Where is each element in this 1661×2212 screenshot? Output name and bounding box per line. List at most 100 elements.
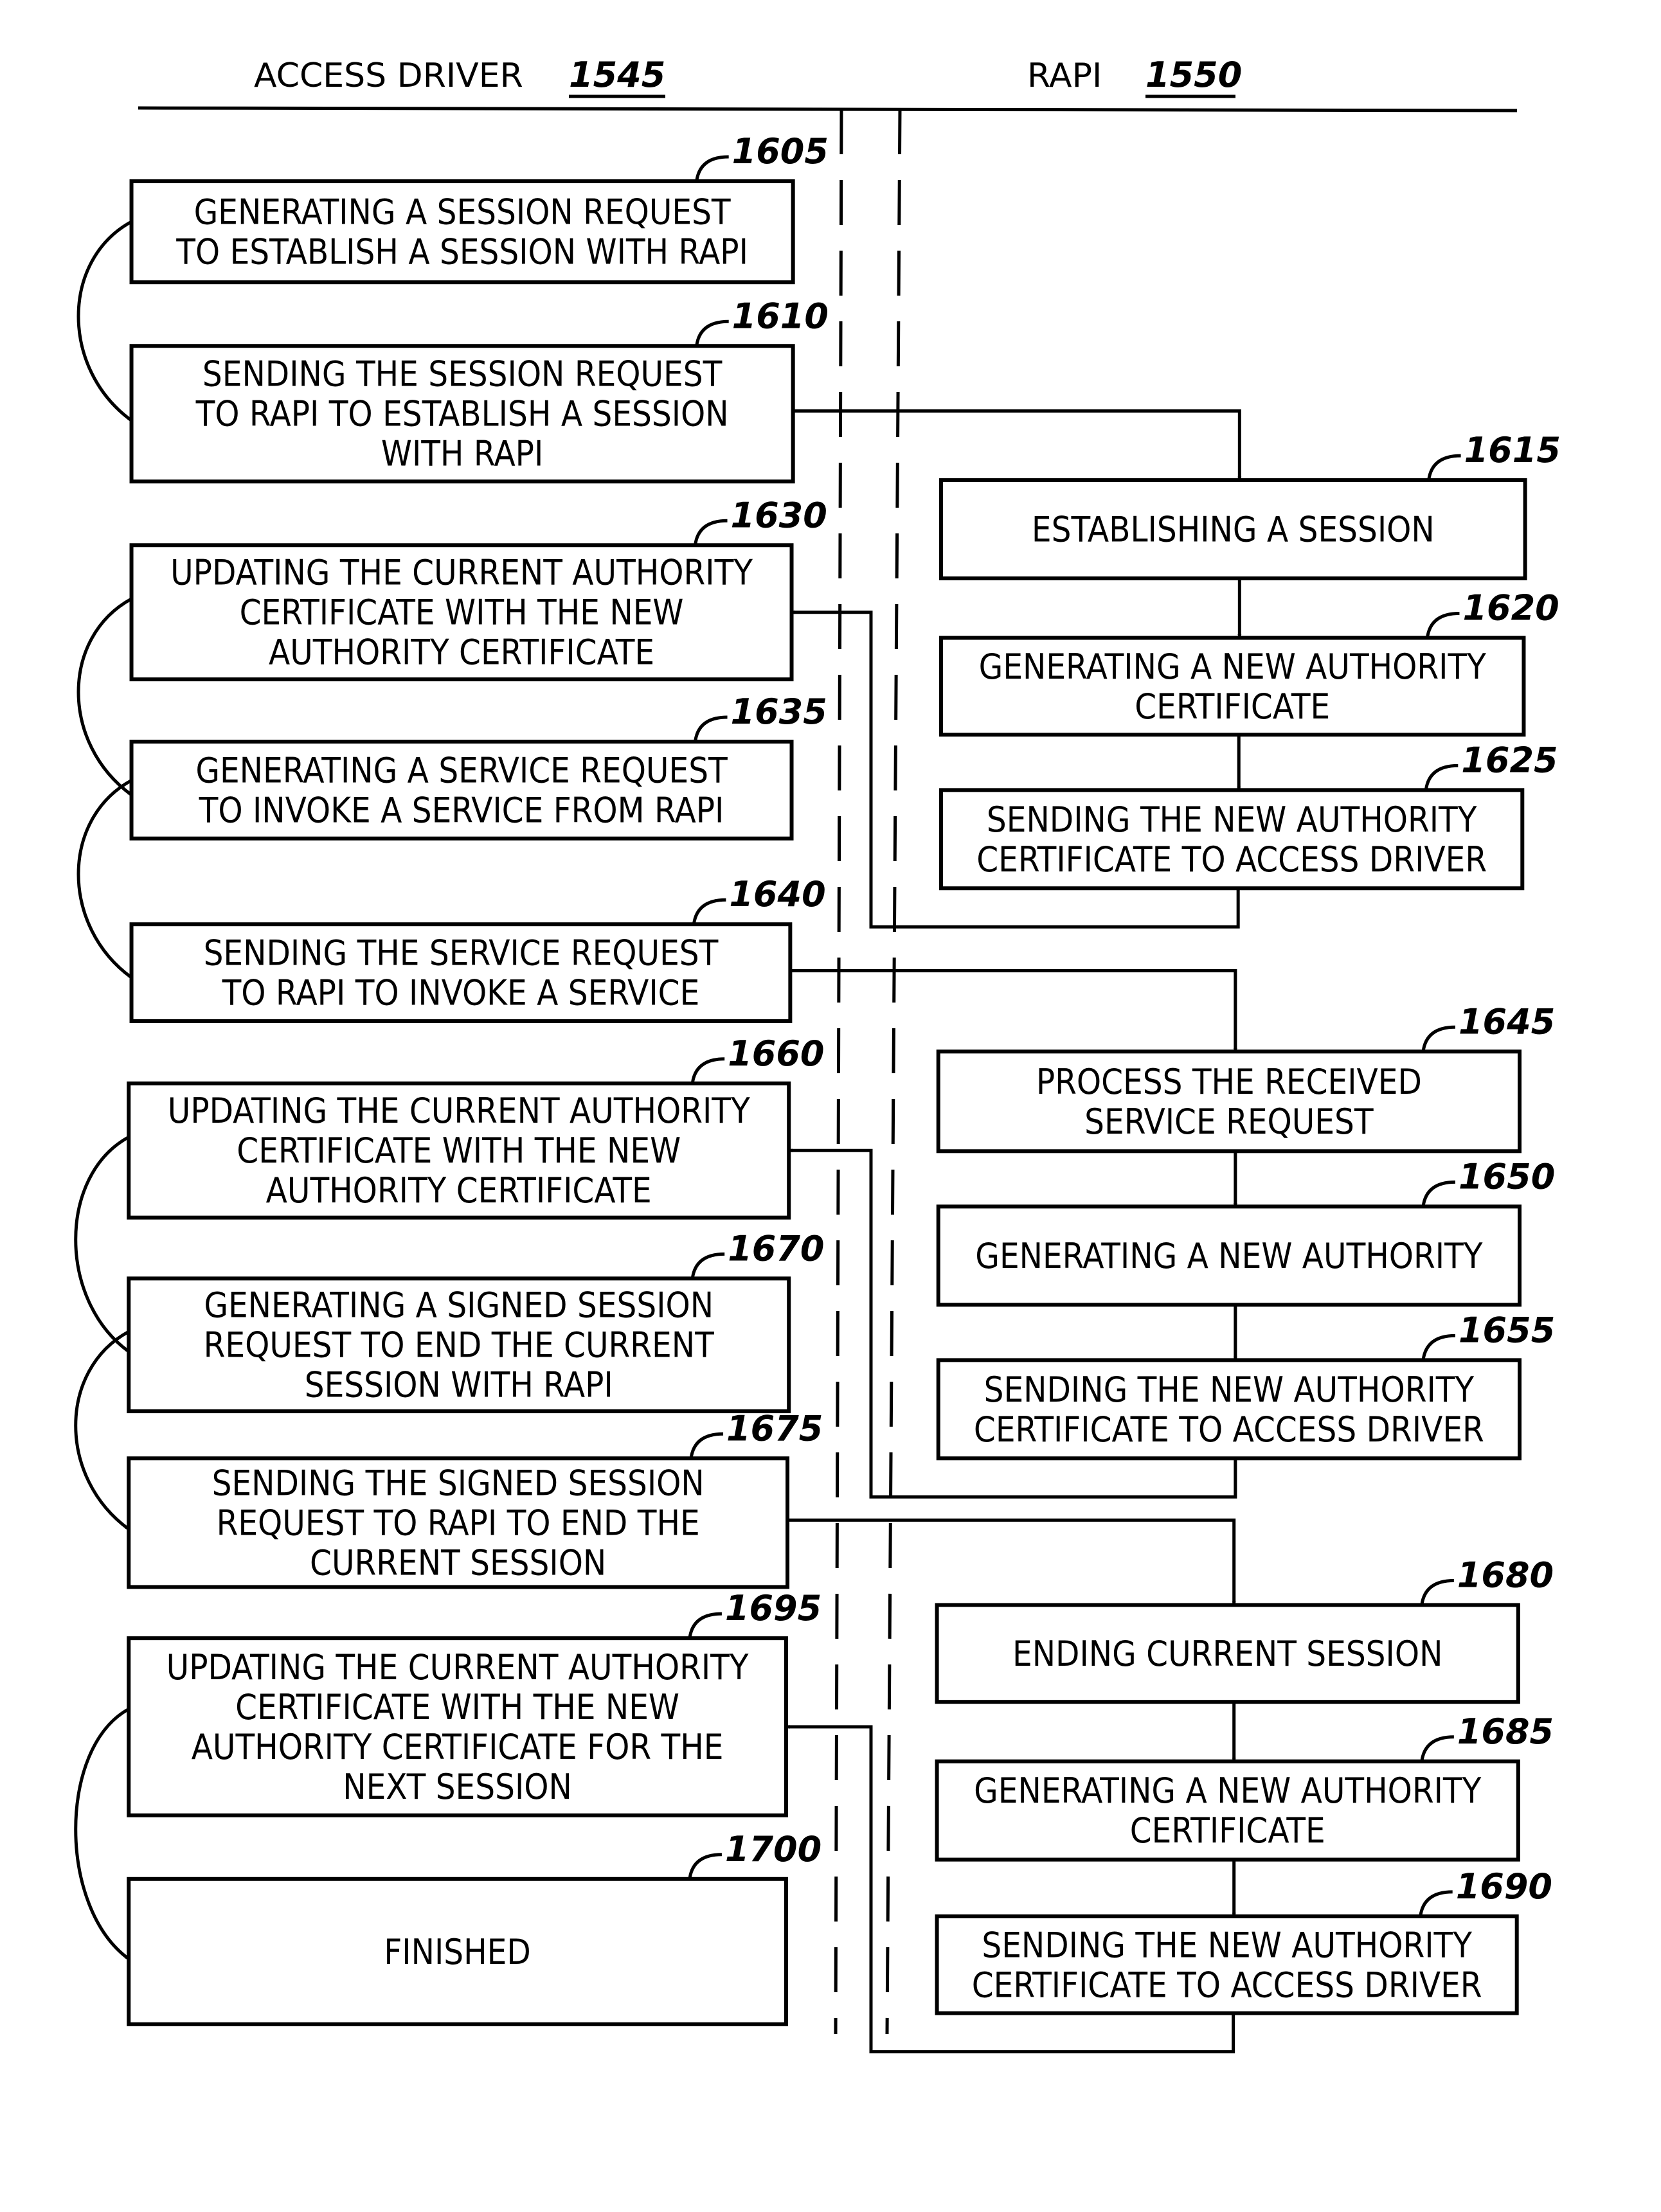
step-1650: GENERATING A NEW AUTHORITY 1650 bbox=[936, 1156, 1555, 1307]
ref-leader bbox=[1427, 454, 1461, 481]
process-steps: GENERATING A SESSION REQUESTTO ESTABLISH… bbox=[127, 131, 1561, 2026]
step-text-line: TO ESTABLISH A SESSION WITH RAPI bbox=[175, 232, 748, 272]
step-ref-number: 1640 bbox=[729, 874, 825, 914]
ref-leader bbox=[1425, 612, 1460, 638]
step-text-line: ESTABLISHING A SESSION bbox=[1032, 510, 1435, 550]
flow-1635-to-1640 bbox=[76, 779, 133, 979]
ref-leader bbox=[1420, 1735, 1454, 1762]
step-text-line: REQUEST TO END THE CURRENT bbox=[204, 1325, 714, 1366]
step-text-line: UPDATING THE CURRENT AUTHORITY bbox=[166, 1647, 749, 1688]
step-text-line: CERTIFICATE TO ACCESS DRIVER bbox=[974, 1409, 1484, 1450]
step-1630: UPDATING THE CURRENT AUTHORITYCERTIFICAT… bbox=[129, 495, 827, 682]
step-text-line: NEXT SESSION bbox=[343, 1767, 572, 1807]
ref-leader bbox=[694, 715, 728, 742]
step-1660: UPDATING THE CURRENT AUTHORITYCERTIFICAT… bbox=[127, 1033, 825, 1220]
step-text-line: CERTIFICATE TO ACCESS DRIVER bbox=[976, 839, 1487, 880]
lane-ref-access-driver: 1545 bbox=[569, 55, 665, 95]
flow-1675-to-1680 bbox=[787, 1518, 1236, 1606]
step-text-line: SERVICE REQUEST bbox=[1084, 1102, 1374, 1142]
step-text-line: TO RAPI TO INVOKE A SERVICE bbox=[222, 973, 700, 1013]
step-ref-number: 1655 bbox=[1459, 1310, 1555, 1350]
step-text-line: SENDING THE NEW AUTHORITY bbox=[982, 1925, 1472, 1965]
step-text-line: PROCESS THE RECEIVED bbox=[1036, 1062, 1422, 1102]
step-1685: GENERATING A NEW AUTHORITYCERTIFICATE 168… bbox=[935, 1711, 1554, 1862]
step-1605: GENERATING A SESSION REQUESTTO ESTABLISH… bbox=[129, 131, 829, 285]
step-ref-number: 1700 bbox=[725, 1829, 822, 1869]
ref-leader bbox=[1421, 1025, 1456, 1052]
step-ref-number: 1620 bbox=[1462, 588, 1559, 629]
step-ref-number: 1635 bbox=[731, 691, 827, 732]
step-ref-number: 1680 bbox=[1457, 1555, 1554, 1595]
step-1645: PROCESS THE RECEIVEDSERVICE REQUEST 1645 bbox=[936, 1001, 1555, 1154]
step-1690: SENDING THE NEW AUTHORITYCERTIFICATE TO … bbox=[935, 1866, 1552, 2015]
step-text-line: SENDING THE NEW AUTHORITY bbox=[984, 1369, 1475, 1410]
step-text-line: CERTIFICATE WITH THE NEW bbox=[240, 593, 684, 633]
step-text-line: GENERATING A NEW AUTHORITY bbox=[974, 1770, 1481, 1811]
step-ref-number: 1650 bbox=[1459, 1156, 1555, 1197]
flow-1610-to-1615 bbox=[793, 409, 1242, 481]
flow-1605-to-1610 bbox=[76, 220, 133, 422]
step-text-line: GENERATING A SESSION REQUEST bbox=[194, 192, 731, 233]
lane-divider-left bbox=[834, 109, 843, 2035]
lane-header-rapi: RAPI 1550 bbox=[1027, 55, 1242, 98]
step-text-line: WITH RAPI bbox=[381, 434, 543, 474]
ref-leader bbox=[688, 1612, 722, 1639]
step-text-line: SENDING THE NEW AUTHORITY bbox=[987, 799, 1477, 840]
step-text-line: UPDATING THE CURRENT AUTHORITY bbox=[168, 1091, 750, 1131]
step-ref-number: 1660 bbox=[728, 1033, 824, 1074]
lane-ref-rapi: 1550 bbox=[1145, 55, 1242, 95]
ref-leader bbox=[689, 1432, 724, 1459]
step-1670: GENERATING A SIGNED SESSIONREQUEST TO EN… bbox=[127, 1228, 825, 1414]
step-text-line: SESSION WITH RAPI bbox=[305, 1365, 613, 1405]
ref-leader bbox=[695, 155, 729, 182]
step-ref-number: 1695 bbox=[725, 1588, 822, 1628]
flow-1640-to-1645 bbox=[790, 969, 1237, 1052]
step-text-line: GENERATING A SIGNED SESSION bbox=[204, 1285, 714, 1326]
step-text-line: GENERATING A SERVICE REQUEST bbox=[195, 750, 728, 790]
step-1680: ENDING CURRENT SESSION 1680 bbox=[935, 1555, 1554, 1704]
ref-leader bbox=[1424, 763, 1459, 790]
step-text-line: CERTIFICATE bbox=[1135, 686, 1330, 727]
step-1675: SENDING THE SIGNED SESSIONREQUEST TO RAP… bbox=[127, 1408, 823, 1589]
step-text-line: CERTIFICATE TO ACCESS DRIVER bbox=[972, 1965, 1482, 2005]
ref-leader bbox=[688, 1853, 722, 1880]
flowchart-canvas: ACCESS DRIVER 1545 RAPI 1550 GENERATING … bbox=[74, 55, 1561, 2054]
ref-leader bbox=[694, 519, 728, 546]
step-1620: GENERATING A NEW AUTHORITYCERTIFICATE 162… bbox=[939, 588, 1559, 737]
step-ref-number: 1630 bbox=[731, 495, 827, 535]
step-text-line: UPDATING THE CURRENT AUTHORITY bbox=[170, 553, 753, 593]
step-ref-number: 1610 bbox=[732, 296, 829, 336]
step-ref-number: 1675 bbox=[726, 1408, 823, 1449]
lane-header-access-driver: ACCESS DRIVER 1545 bbox=[254, 55, 665, 98]
ref-leader bbox=[690, 1057, 725, 1084]
step-1625: SENDING THE NEW AUTHORITYCERTIFICATE TO … bbox=[939, 740, 1558, 891]
step-ref-number: 1625 bbox=[1461, 740, 1558, 780]
step-ref-number: 1605 bbox=[732, 131, 829, 172]
step-text-line: SENDING THE SERVICE REQUEST bbox=[204, 933, 719, 974]
step-text-line: AUTHORITY CERTIFICATE bbox=[269, 632, 654, 673]
step-ref-number: 1685 bbox=[1457, 1711, 1554, 1752]
step-text-line: CURRENT SESSION bbox=[310, 1542, 606, 1583]
step-text-line: SENDING THE SIGNED SESSION bbox=[212, 1463, 705, 1503]
step-ref-number: 1690 bbox=[1456, 1866, 1552, 1907]
step-text-line: REQUEST TO RAPI TO END THE bbox=[217, 1503, 700, 1543]
step-text-line: CERTIFICATE bbox=[1130, 1810, 1325, 1851]
flow-1660-to-1670 bbox=[74, 1136, 130, 1353]
step-1700: FINISHED 1700 bbox=[127, 1829, 822, 2026]
step-text-line: GENERATING A NEW AUTHORITY bbox=[975, 1236, 1482, 1276]
step-text-line: ENDING CURRENT SESSION bbox=[1012, 1634, 1442, 1674]
flow-1630-to-1635 bbox=[76, 597, 133, 796]
step-1610: SENDING THE SESSION REQUESTTO RAPI TO ES… bbox=[129, 296, 829, 484]
step-text-line: AUTHORITY CERTIFICATE bbox=[266, 1170, 652, 1211]
ref-leader bbox=[1421, 1180, 1456, 1207]
header-rule bbox=[138, 106, 1518, 112]
step-text-line: GENERATING A NEW AUTHORITY bbox=[979, 647, 1486, 687]
step-text-line: CERTIFICATE WITH THE NEW bbox=[235, 1687, 679, 1727]
step-1635: GENERATING A SERVICE REQUESTTO INVOKE A … bbox=[129, 691, 827, 841]
ref-leader bbox=[692, 898, 726, 925]
step-text-line: TO RAPI TO ESTABLISH A SESSION bbox=[195, 394, 729, 434]
step-text-line: FINISHED bbox=[384, 1932, 530, 1972]
step-ref-number: 1670 bbox=[728, 1228, 824, 1269]
step-text-line: TO INVOKE A SERVICE FROM RAPI bbox=[199, 790, 724, 830]
ref-leader bbox=[695, 319, 729, 346]
